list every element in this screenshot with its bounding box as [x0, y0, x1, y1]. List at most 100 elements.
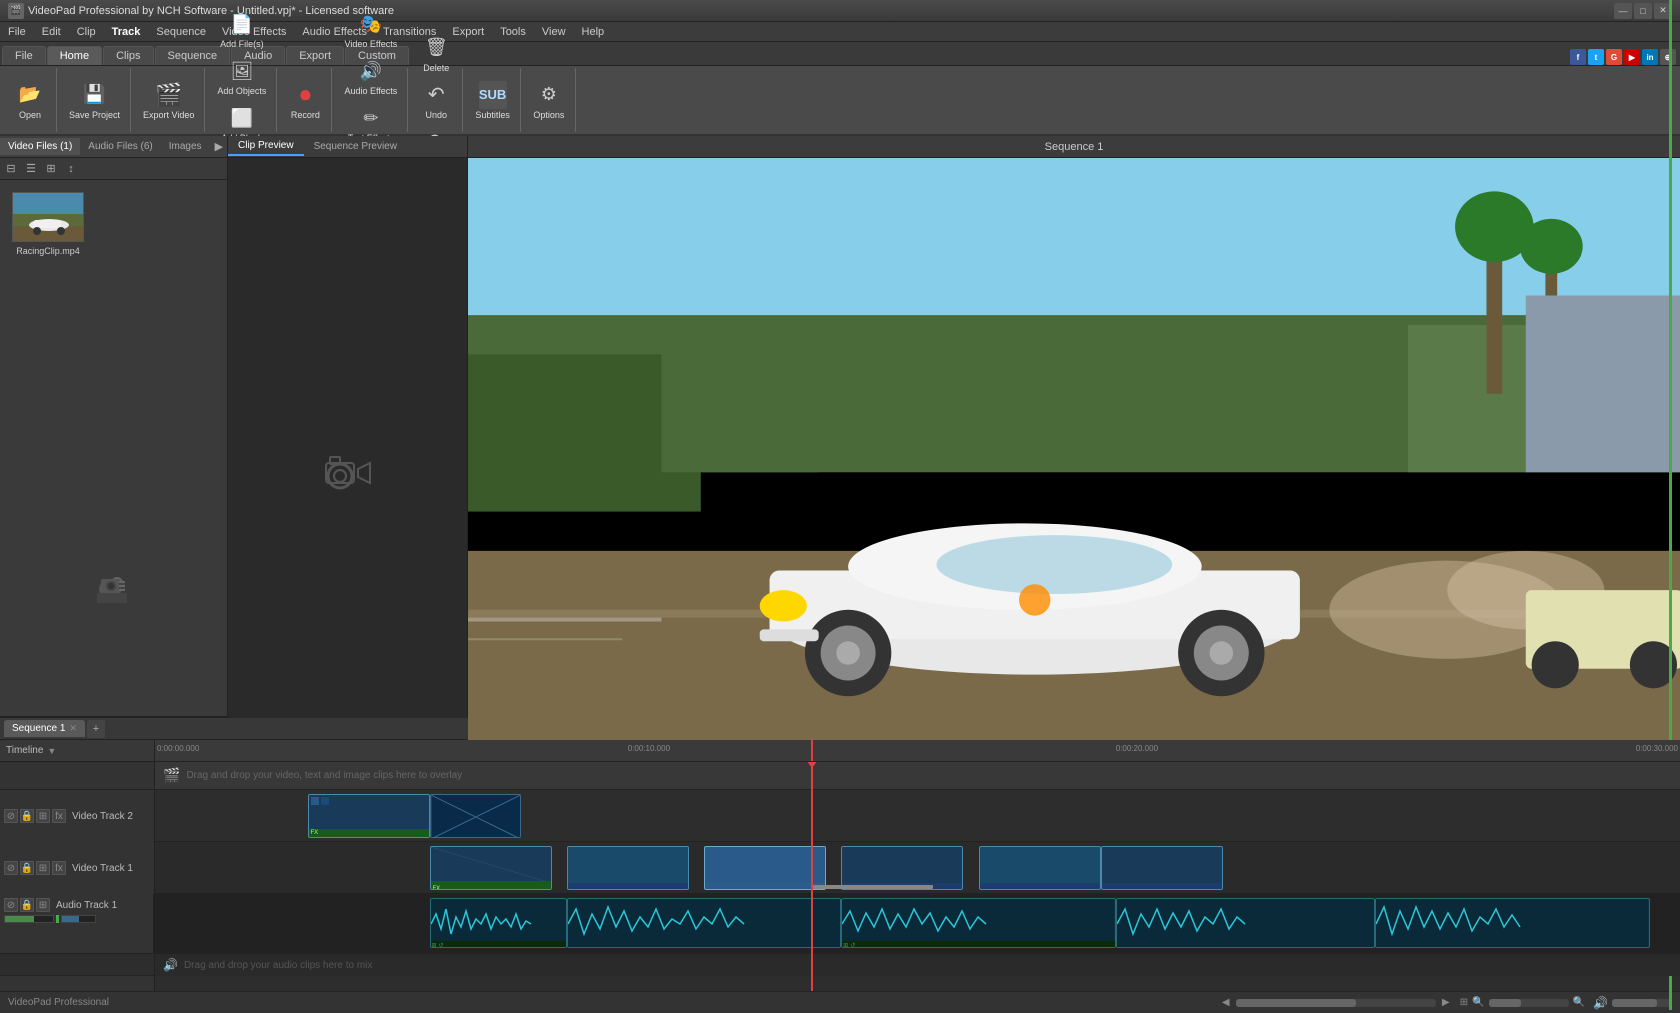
- vt1-name: Video Track 1: [68, 863, 137, 874]
- open-button[interactable]: 📂 Open: [8, 78, 52, 123]
- media-item-racing-clip[interactable]: RacingClip.mp4: [8, 188, 88, 260]
- media-tabs-more[interactable]: ▶: [210, 137, 228, 156]
- sequence-preview-tab[interactable]: Sequence Preview: [304, 138, 407, 155]
- facebook-icon[interactable]: f: [1570, 49, 1586, 65]
- record-label: Record: [291, 110, 320, 120]
- scroll-left-btn[interactable]: ◀: [1220, 997, 1232, 1009]
- audio-clip-4[interactable]: [1116, 898, 1375, 948]
- vt1-clip-1[interactable]: FX: [430, 846, 552, 890]
- audio-mix-header: [0, 954, 154, 976]
- minimize-button[interactable]: —: [1614, 3, 1632, 19]
- vt1-mute-btn[interactable]: ⊘: [4, 861, 18, 875]
- list-view-btn[interactable]: ☰: [22, 160, 40, 178]
- google-icon[interactable]: G: [1606, 49, 1622, 65]
- zoom-out-btn[interactable]: 🔍: [1573, 997, 1585, 1008]
- vt2-fx-btn[interactable]: fx: [52, 809, 66, 823]
- vt2-clip1-fx: FX: [309, 829, 429, 837]
- audio-vol-indicator: [56, 915, 59, 923]
- status-right: ◀ ▶ ⊞ 🔍 🔍 🔊: [1220, 996, 1672, 1010]
- timeline-scrollbar[interactable]: [1236, 999, 1436, 1007]
- vt1-clip-6[interactable]: [1101, 846, 1223, 890]
- menu-edit[interactable]: Edit: [34, 22, 69, 41]
- subtitles-button[interactable]: SUB Subtitles: [469, 78, 516, 123]
- audio-effects-button[interactable]: 🔊 Audio Effects: [338, 54, 403, 99]
- master-volume-slider[interactable]: [1612, 999, 1672, 1007]
- sequence-1-label: Sequence 1: [12, 723, 65, 734]
- ribbon-group-add: 📄 Add File(s) 🖼 Add Objects ⬜ Add Blank …: [207, 68, 277, 132]
- vt1-clip-5[interactable]: [979, 846, 1101, 890]
- vt1-clip-2[interactable]: [567, 846, 689, 890]
- linkedin-icon[interactable]: in: [1642, 49, 1658, 65]
- menu-tools[interactable]: Tools: [492, 22, 534, 41]
- save-project-button[interactable]: 💾 Save Project: [63, 78, 126, 123]
- at1-add-btn[interactable]: ⊞: [36, 898, 50, 912]
- tab-audio-files[interactable]: Audio Files (6): [80, 138, 160, 155]
- vt1-add-btn[interactable]: ⊞: [36, 861, 50, 875]
- tab-home[interactable]: Home: [47, 46, 102, 65]
- options-button[interactable]: ⚙ Options: [527, 78, 571, 123]
- sequence-1-tab[interactable]: Sequence 1 ✕: [4, 720, 85, 737]
- rss-icon[interactable]: ⊕: [1660, 49, 1676, 65]
- add-objects-button[interactable]: 🖼 Add Objects: [211, 54, 272, 99]
- audio-clip-5[interactable]: [1375, 898, 1650, 948]
- zoom-slider[interactable]: [1489, 999, 1569, 1007]
- view-toggle-btn[interactable]: ⊟: [2, 160, 20, 178]
- sort-btn[interactable]: ↕: [62, 160, 80, 178]
- audio-vol-slider[interactable]: [4, 915, 54, 923]
- export-video-button[interactable]: 🎬 Export Video: [137, 78, 200, 123]
- sequence-1-close[interactable]: ✕: [69, 723, 77, 734]
- menu-clip[interactable]: Clip: [69, 22, 104, 41]
- audio-clip1-icons: ⊞ ↺: [431, 941, 566, 947]
- menu-sequence[interactable]: Sequence: [148, 22, 214, 41]
- tab-clips[interactable]: Clips: [103, 46, 153, 65]
- tab-file[interactable]: File: [2, 46, 46, 65]
- menu-help[interactable]: Help: [574, 22, 613, 41]
- audio-clip-2[interactable]: [567, 898, 842, 948]
- save-label: Save Project: [69, 110, 120, 120]
- tab-export[interactable]: Export: [286, 46, 344, 65]
- menu-file[interactable]: File: [0, 22, 34, 41]
- clip-preview-tab[interactable]: Clip Preview: [228, 137, 304, 156]
- add-files-button[interactable]: 📄 Add File(s): [214, 7, 270, 52]
- zoom-fit-btn[interactable]: ⊞: [1460, 997, 1468, 1008]
- window-controls[interactable]: — □ ✕: [1614, 3, 1672, 19]
- menu-track[interactable]: Track: [104, 22, 149, 41]
- zoom-in-btn[interactable]: 🔍: [1472, 997, 1484, 1008]
- vt1-clip-4[interactable]: [841, 846, 963, 890]
- record-button[interactable]: ⏺ Record: [283, 78, 327, 123]
- audio-clip-3[interactable]: ⊞ ↺: [841, 898, 1116, 948]
- add-blank-icon: ⬜: [228, 104, 256, 132]
- timeline-dropdown[interactable]: ▼: [47, 746, 56, 756]
- audio-pan-slider[interactable]: [61, 915, 96, 923]
- audio-track-1-header: ⊘ 🔒 ⊞ Audio Track 1: [0, 894, 154, 954]
- at1-mute-btn[interactable]: ⊘: [4, 898, 18, 912]
- delete-button[interactable]: 🗑 Delete: [414, 31, 458, 76]
- tab-images[interactable]: Images: [161, 138, 210, 155]
- ruler-0: 0:00:00.000: [157, 744, 199, 753]
- add-sequence-btn[interactable]: +: [87, 720, 105, 738]
- grid-view-btn[interactable]: ⊞: [42, 160, 60, 178]
- video-effects-button[interactable]: 🎭 Video Effects: [339, 7, 404, 52]
- vt1-fx-btn[interactable]: fx: [52, 861, 66, 875]
- main-area: Video Files (1) Audio Files (6) Images ▶…: [0, 136, 1680, 716]
- vt1-clip-3[interactable]: [704, 846, 826, 890]
- vt1-clip1-fx-label: FX: [431, 885, 443, 890]
- scroll-right-btn[interactable]: ▶: [1440, 997, 1452, 1009]
- undo-button[interactable]: ↶ Undo: [414, 78, 458, 123]
- vt2-mute-btn[interactable]: ⊘: [4, 809, 18, 823]
- tab-video-files[interactable]: Video Files (1): [0, 138, 80, 155]
- volume-area: 🔊: [1593, 996, 1672, 1010]
- menu-view[interactable]: View: [534, 22, 574, 41]
- vt2-clip-1[interactable]: FX: [308, 794, 430, 838]
- twitter-icon[interactable]: t: [1588, 49, 1604, 65]
- vt2-add-btn[interactable]: ⊞: [36, 809, 50, 823]
- at1-lock-btn[interactable]: 🔒: [20, 898, 34, 912]
- vt2-clip-2[interactable]: [430, 794, 522, 838]
- vt2-lock-btn[interactable]: 🔒: [20, 809, 34, 823]
- left-panel: Video Files (1) Audio Files (6) Images ▶…: [0, 136, 228, 716]
- youtube-icon[interactable]: ▶: [1624, 49, 1640, 65]
- save-icon: 💾: [81, 81, 109, 109]
- audio-clip-1[interactable]: ⊞ ↺: [430, 898, 567, 948]
- maximize-button[interactable]: □: [1634, 3, 1652, 19]
- vt1-lock-btn[interactable]: 🔒: [20, 861, 34, 875]
